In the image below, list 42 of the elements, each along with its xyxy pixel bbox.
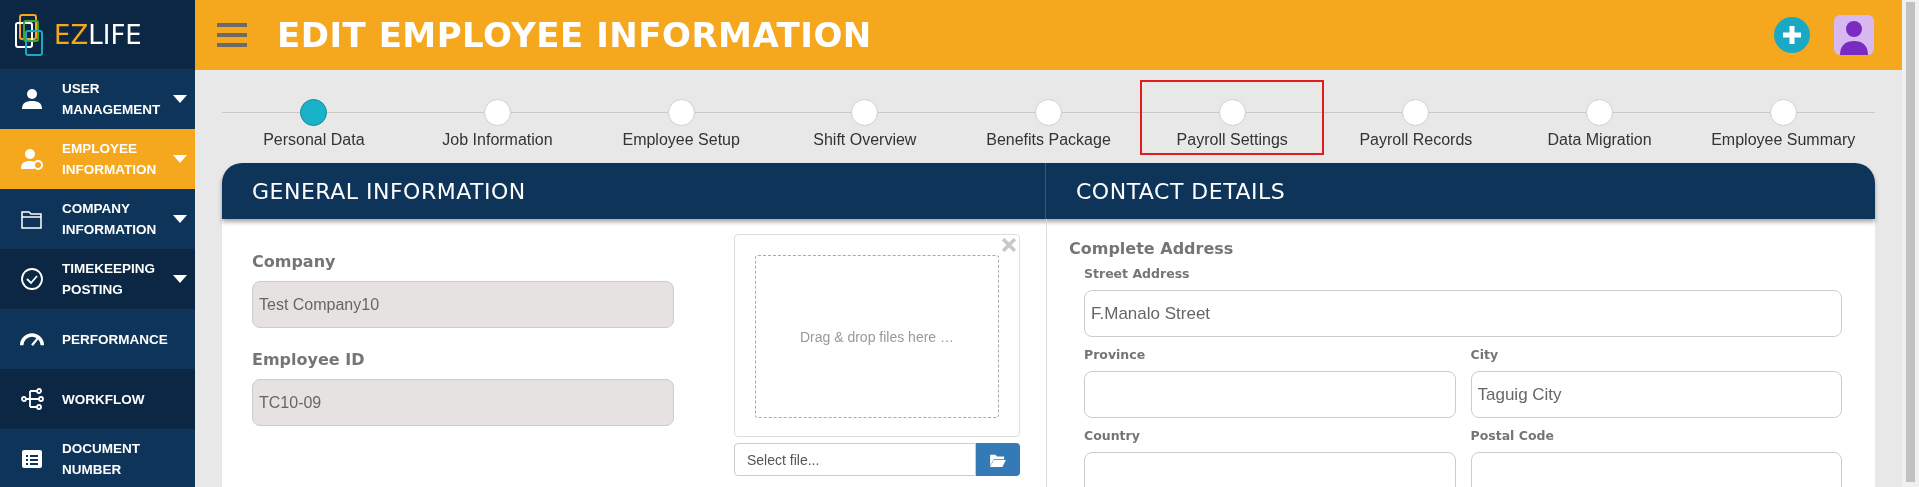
check-circle-icon [20, 267, 44, 291]
step[interactable]: Employee Setup [589, 80, 773, 155]
field-label: Province [1084, 347, 1147, 362]
step[interactable]: Job Information [405, 80, 590, 155]
browse-button[interactable] [976, 443, 1020, 476]
step[interactable]: Employee Summary [1691, 80, 1876, 155]
section-title: GENERAL INFORMATION [252, 178, 526, 204]
group-label: Complete Address [1069, 239, 1235, 258]
user-gear-icon [20, 147, 44, 171]
field-label: Street Address [1084, 266, 1191, 281]
list-icon [20, 447, 44, 471]
add-icon[interactable] [1774, 17, 1810, 53]
field-label: Postal Code [1470, 428, 1555, 443]
close-icon[interactable] [1002, 238, 1016, 252]
menu-icon[interactable] [217, 23, 247, 47]
step[interactable]: Shift Overview [773, 80, 957, 155]
field-label: Country [1084, 428, 1141, 443]
input-field[interactable] [1084, 452, 1456, 487]
sidebar-item[interactable]: WORKFLOW [0, 369, 195, 429]
sidebar-item[interactable]: TIMEKEEPING POSTING [0, 249, 195, 309]
page-title: EDIT EMPLOYEE INFORMATION [277, 15, 873, 55]
field-label: City [1470, 347, 1500, 362]
field-label: Employee ID [252, 350, 366, 369]
step[interactable]: Data Migration [1507, 80, 1692, 155]
file-field[interactable]: Select file... [734, 443, 976, 476]
scrollbar[interactable] [1902, 0, 1919, 487]
avatar-icon[interactable] [1834, 15, 1874, 55]
input-field[interactable]: F.Manalo Street [1084, 290, 1842, 337]
field-label: Company [252, 252, 337, 271]
user-icon [20, 87, 44, 111]
input-field[interactable]: Taguig City [1470, 371, 1842, 418]
logo-text: EZLIFE [54, 19, 142, 50]
input-field[interactable] [1470, 452, 1842, 487]
step[interactable]: Benefits Package [956, 80, 1141, 155]
flow-icon [20, 387, 44, 411]
step[interactable]: Payroll Settings [1140, 80, 1325, 155]
step[interactable]: Personal Data [222, 80, 406, 155]
input-field[interactable] [1084, 371, 1456, 418]
gauge-icon [20, 332, 44, 346]
folder-icon [989, 452, 1007, 467]
section-title: CONTACT DETAILS [1076, 178, 1286, 204]
step[interactable]: Payroll Records [1324, 80, 1508, 155]
